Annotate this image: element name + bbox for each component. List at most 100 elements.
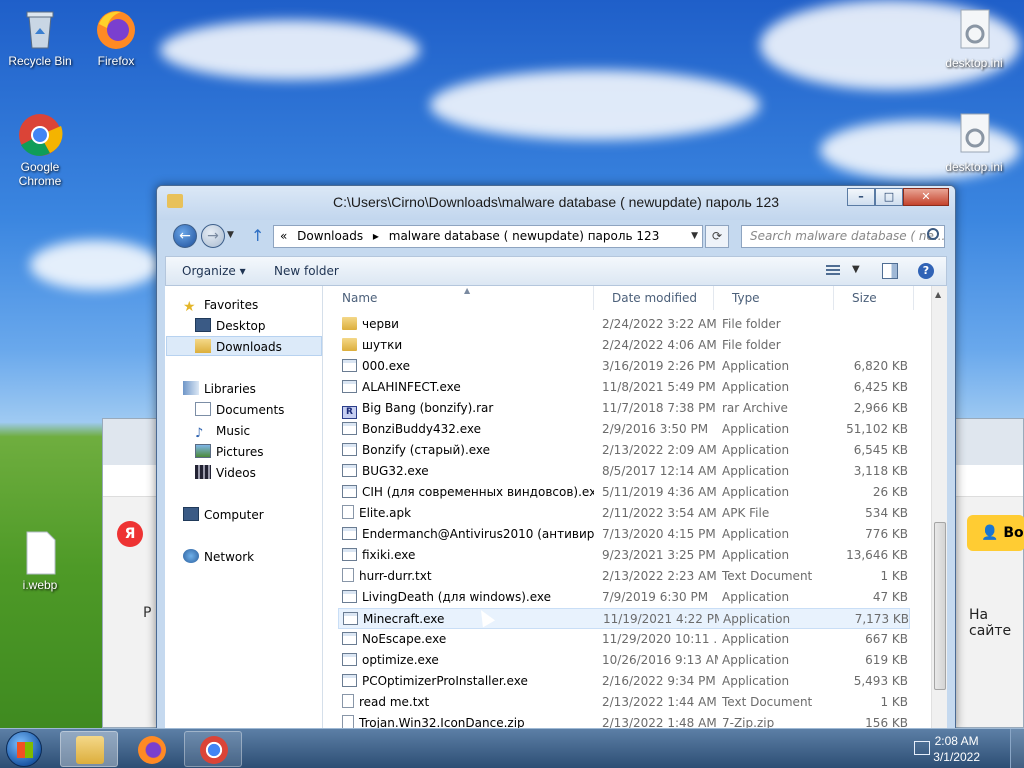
column-header-date[interactable]: Date modified xyxy=(594,286,714,310)
file-row[interactable]: fixiki.exe 9/23/2021 3:25 PM Application 13… xyxy=(338,545,910,566)
forward-button[interactable]: → xyxy=(201,224,225,248)
nav-desktop[interactable]: Desktop xyxy=(195,316,266,336)
file-row[interactable]: Bonzify (старый).exe 2/13/2022 2:09 AM App… xyxy=(338,440,910,461)
desktop-icon-firefox[interactable]: Firefox xyxy=(76,6,156,68)
exe-file-icon xyxy=(342,632,357,645)
column-header-type[interactable]: Type xyxy=(714,286,834,310)
file-row[interactable]: Endermanch@Antivirus2010 (антивирус ... 7… xyxy=(338,524,910,545)
file-type: Text Document xyxy=(722,569,813,583)
file-type: Application xyxy=(722,485,790,499)
address-prefix[interactable]: « xyxy=(280,229,287,243)
title-bar[interactable]: C:\Users\Cirno\Downloads\malware databas… xyxy=(157,186,955,220)
taskbar-chrome[interactable] xyxy=(184,731,242,767)
file-row[interactable]: optimize.exe 10/26/2016 9:13 AM Applicatio… xyxy=(338,650,910,671)
file-row[interactable]: 000.exe 3/16/2019 2:26 PM Application 6,820… xyxy=(338,356,910,377)
file-name-cell: R Big Bang (bonzify).rar xyxy=(342,398,594,419)
new-folder-button[interactable]: New folder xyxy=(274,264,339,278)
nav-pictures[interactable]: Pictures xyxy=(195,442,264,462)
file-row[interactable]: шутки 2/24/2022 4:06 AM File folder xyxy=(338,335,910,356)
recent-pages-dropdown[interactable]: ▼ xyxy=(227,230,234,240)
file-row[interactable]: Minecraft.exe 11/19/2021 4:22 PM Applicati… xyxy=(338,608,910,629)
desktop-icon-label: Firefox xyxy=(97,54,135,68)
folder-file-icon xyxy=(342,317,357,330)
preview-pane-icon[interactable] xyxy=(882,263,898,279)
scrollbar-thumb[interactable] xyxy=(934,522,946,690)
organize-button[interactable]: Organize ▾ xyxy=(182,264,246,278)
desktop-icon-google-chrome[interactable]: Google Chrome xyxy=(0,112,80,188)
file-row[interactable]: R Big Bang (bonzify).rar 11/7/2018 7:38 PM… xyxy=(338,398,910,419)
column-header-name[interactable]: Name xyxy=(324,286,594,310)
doc-file-icon xyxy=(342,568,354,582)
search-icon[interactable] xyxy=(927,228,939,240)
help-icon[interactable]: ? xyxy=(918,263,934,279)
address-dropdown-icon[interactable]: ▼ xyxy=(691,226,698,247)
scroll-up-icon[interactable]: ▲ xyxy=(935,290,941,299)
breadcrumb-separator-icon[interactable]: ▸ xyxy=(373,229,379,243)
file-name: Minecraft.exe xyxy=(363,612,445,626)
column-header-size[interactable]: Size xyxy=(834,286,914,310)
address-bar[interactable]: « Downloads ▸ malware database ( newupda… xyxy=(273,225,703,248)
file-type: 7-Zip.zip xyxy=(722,716,775,729)
downloads-folder-icon xyxy=(195,339,211,353)
file-row[interactable]: PCOptimizerProInstaller.exe 2/16/2022 9:3… xyxy=(338,671,910,692)
maximize-button[interactable]: □ xyxy=(875,188,903,206)
up-arrow-icon[interactable]: ↑ xyxy=(251,226,264,245)
nav-videos[interactable]: Videos xyxy=(195,463,256,483)
view-options-dropdown[interactable]: ▼ xyxy=(852,264,860,275)
file-size: 534 KB xyxy=(865,506,908,520)
file-name-cell: fixiki.exe xyxy=(342,545,594,566)
back-button[interactable]: ← xyxy=(173,224,197,248)
file-row[interactable]: BUG32.exe 8/5/2017 12:14 AM Application 3,1… xyxy=(338,461,910,482)
desktop-icon-recycle-bin[interactable]: Recycle Bin xyxy=(0,6,80,68)
file-row[interactable]: Trojan.Win32.IconDance.zip 2/13/2022 1:48… xyxy=(338,713,910,729)
breadcrumb-current-folder[interactable]: malware database ( newupdate) пароль 123 xyxy=(389,229,660,243)
file-row[interactable]: hurr-durr.txt 2/13/2022 2:23 AM Text Docum… xyxy=(338,566,910,587)
file-row[interactable]: CIH (для современных виндовсов).exe 5/11/… xyxy=(338,482,910,503)
taskbar-explorer[interactable] xyxy=(60,731,118,767)
file-row[interactable]: черви 2/24/2022 3:22 AM File folder xyxy=(338,314,910,335)
desktop-icon-i-webp[interactable]: i.webp xyxy=(0,530,80,592)
refresh-button[interactable]: ⟳ xyxy=(705,225,729,248)
file-row[interactable]: NoEscape.exe 11/29/2020 10:11 ... Applicat… xyxy=(338,629,910,650)
file-name-cell: NoEscape.exe xyxy=(342,629,594,650)
login-button[interactable]: 👤 Вой xyxy=(967,515,1024,551)
desktop-icon-label: desktop.ini xyxy=(945,160,1003,174)
vertical-scrollbar[interactable]: ▲ xyxy=(931,286,947,729)
nav-music[interactable]: ♪ Music xyxy=(195,421,250,441)
nav-downloads[interactable]: Downloads xyxy=(166,336,322,356)
file-list[interactable]: Name ▲ Date modified Type Size черви 2/24… xyxy=(324,286,931,729)
start-button[interactable] xyxy=(6,731,42,767)
file-row[interactable]: ALAHINFECT.exe 11/8/2021 5:49 PM Applicati… xyxy=(338,377,910,398)
network-tray-icon[interactable] xyxy=(914,741,930,755)
file-row[interactable]: LivingDeath (для windows).exe 7/9/2019 6:… xyxy=(338,587,910,608)
file-name-cell: BonziBuddy432.exe xyxy=(342,419,594,440)
search-input[interactable]: Search malware database ( ne... xyxy=(741,225,945,248)
yandex-icon[interactable]: Я xyxy=(117,521,143,547)
desktop-icon-desktop-ini[interactable]: desktop.ini xyxy=(934,8,1014,70)
file-size: 619 KB xyxy=(865,653,908,667)
nav-documents[interactable]: Documents xyxy=(195,400,284,420)
desktop-icon-desktop-ini-2[interactable]: desktop.ini xyxy=(934,112,1014,174)
file-row[interactable]: BonziBuddy432.exe 2/9/2016 3:50 PM Applica… xyxy=(338,419,910,440)
change-view-icon[interactable] xyxy=(826,265,840,277)
file-row[interactable]: read me.txt 2/13/2022 1:44 AM Text Documen… xyxy=(338,692,910,713)
close-button[interactable]: ✕ xyxy=(903,188,949,206)
minimize-button[interactable]: – xyxy=(847,188,875,206)
nav-favorites[interactable]: ★ Favorites xyxy=(183,295,258,315)
system-clock[interactable]: 2:08 AM 3/1/2022 xyxy=(933,733,980,765)
show-desktop-button[interactable] xyxy=(1010,729,1024,768)
nav-libraries[interactable]: Libraries xyxy=(183,379,256,399)
breadcrumb-downloads[interactable]: Downloads xyxy=(297,229,363,243)
file-date: 11/8/2021 5:49 PM xyxy=(602,380,716,394)
file-name-cell: hurr-durr.txt xyxy=(342,566,594,587)
exe-file-icon xyxy=(342,380,357,393)
nav-computer[interactable]: Computer xyxy=(183,505,264,525)
file-type: Application xyxy=(722,443,790,457)
file-name: ALAHINFECT.exe xyxy=(362,380,461,394)
file-name-cell: черви xyxy=(342,314,594,335)
taskbar-firefox[interactable] xyxy=(122,731,180,767)
file-size: 13,646 KB xyxy=(846,548,908,562)
explorer-window[interactable]: C:\Users\Cirno\Downloads\malware databas… xyxy=(156,185,956,730)
nav-network[interactable]: Network xyxy=(183,547,254,567)
file-row[interactable]: Elite.apk 2/11/2022 3:54 AM APK File 534 KB xyxy=(338,503,910,524)
